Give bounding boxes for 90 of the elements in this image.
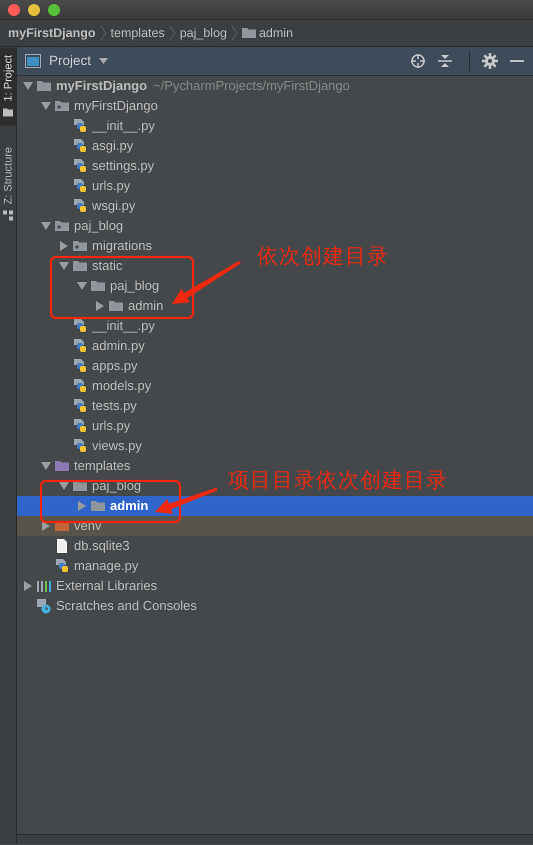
folder-icon: [4, 107, 14, 118]
tree-item[interactable]: myFirstDjango ~/PycharmProjects/myFirstDjango: [17, 76, 350, 96]
structure-icon: [4, 210, 14, 221]
tree-item[interactable]: settings.py: [17, 156, 154, 176]
breadcrumb-item[interactable]: paj_blog: [180, 24, 227, 42]
tree-item[interactable]: asgi.py: [17, 136, 134, 156]
package-folder-icon: [54, 218, 70, 234]
zoom-button[interactable]: [48, 4, 60, 16]
expand-arrow-icon[interactable]: [41, 521, 51, 531]
collapse-arrow-icon[interactable]: [41, 101, 51, 111]
tree-item[interactable]: __init__.py: [17, 316, 155, 336]
annotation-text: 项目目录依次创建目录: [228, 470, 448, 491]
tree-item[interactable]: manage.py: [17, 556, 138, 576]
side-tab[interactable]: Z: Structure: [0, 139, 17, 229]
breadcrumb-item[interactable]: myFirstDjango: [8, 24, 96, 42]
tree-item[interactable]: templates: [17, 456, 130, 476]
chevron-icon: [230, 25, 238, 41]
locate-icon[interactable]: [410, 53, 426, 69]
expand-arrow-icon[interactable]: [23, 581, 33, 591]
breadcrumb-item[interactable]: admin: [242, 24, 294, 42]
python-file-icon: [72, 398, 88, 414]
breadcrumb-item[interactable]: templates: [110, 24, 165, 42]
folder-icon: [242, 26, 256, 40]
expand-arrow-icon[interactable]: [59, 241, 69, 251]
folder-icon: [54, 458, 70, 474]
tree-item[interactable]: apps.py: [17, 356, 138, 376]
folder-icon: [108, 298, 124, 314]
python-file-icon: [72, 438, 88, 454]
view-selector[interactable]: Project: [25, 50, 108, 72]
tree-item[interactable]: views.py: [17, 436, 142, 456]
tree-item[interactable]: admin: [17, 296, 164, 316]
tree-item[interactable]: wsgi.py: [17, 196, 136, 216]
tree-item[interactable]: paj_blog: [17, 476, 142, 496]
collapse-arrow-icon[interactable]: [77, 281, 87, 291]
tree-item[interactable]: urls.py: [17, 176, 130, 196]
tree-item[interactable]: paj_blog: [17, 216, 124, 236]
folder-icon: [90, 498, 106, 514]
python-file-icon: [72, 178, 88, 194]
tree-item[interactable]: admin.py: [17, 336, 145, 356]
tree-item[interactable]: models.py: [17, 376, 152, 396]
chevron-icon: [168, 25, 176, 41]
collapse-arrow-icon[interactable]: [59, 261, 69, 271]
python-file-icon: [72, 358, 88, 374]
tree-item[interactable]: db.sqlite3: [17, 536, 130, 556]
chevron-icon: [100, 25, 107, 41]
python-file-icon: [54, 558, 70, 574]
python-file-icon: [72, 338, 88, 354]
python-file-icon: [72, 318, 88, 334]
tree-item[interactable]: External Libraries: [17, 576, 158, 596]
tree-item[interactable]: Scratches and Consoles: [17, 596, 197, 616]
tree-item[interactable]: paj_blog: [17, 276, 160, 296]
python-file-icon: [72, 158, 88, 174]
project-path: ~/PycharmProjects/myFirstDjango: [153, 77, 350, 96]
folder-icon: [90, 278, 106, 294]
tree-item[interactable]: migrations: [17, 236, 152, 256]
folder-icon: [72, 258, 88, 274]
python-file-icon: [72, 418, 88, 434]
collapse-arrow-icon[interactable]: [23, 81, 33, 91]
python-file-icon: [72, 378, 88, 394]
expand-arrow-icon[interactable]: [77, 501, 87, 511]
collapse-arrow-icon[interactable]: [41, 221, 51, 231]
folder-icon: [36, 78, 52, 94]
close-button[interactable]: [8, 4, 20, 16]
tree-item[interactable]: admin: [17, 496, 533, 516]
minimize-button[interactable]: [28, 4, 40, 16]
collapse-arrow-icon[interactable]: [41, 461, 51, 471]
tree-item[interactable]: urls.py: [17, 416, 130, 436]
side-tab[interactable]: 1: Project: [0, 47, 17, 126]
arrow: [155, 488, 218, 514]
python-file-icon: [72, 118, 88, 134]
collapse-all-icon[interactable]: [437, 53, 453, 69]
collapse-arrow-icon[interactable]: [59, 481, 69, 491]
file-icon: [54, 538, 70, 554]
library-icon: [36, 578, 52, 594]
annotation-text: 依次创建目录: [257, 246, 389, 267]
tree-item[interactable]: tests.py: [17, 396, 137, 416]
caret-icon: [99, 58, 108, 64]
python-file-icon: [72, 138, 88, 154]
tree-item[interactable]: venv: [17, 516, 533, 536]
window-icon: [25, 54, 41, 68]
settings-icon[interactable]: [482, 53, 498, 69]
tree-item[interactable]: myFirstDjango: [17, 96, 158, 116]
expand-arrow-icon[interactable]: [95, 301, 105, 311]
scratches-icon: [36, 598, 52, 614]
python-file-icon: [72, 198, 88, 214]
package-folder-icon: [72, 238, 88, 254]
package-folder-icon: [54, 98, 70, 114]
tree-item[interactable]: static: [17, 256, 122, 276]
arrow: [172, 260, 241, 304]
tree-item[interactable]: __init__.py: [17, 116, 155, 136]
